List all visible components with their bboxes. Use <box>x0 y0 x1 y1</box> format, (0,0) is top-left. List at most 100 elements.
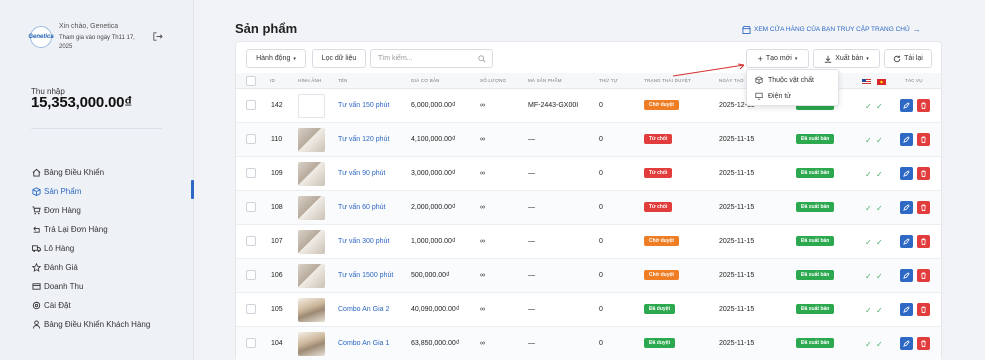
select-all-checkbox[interactable] <box>246 76 256 86</box>
row-quantity: ∞ <box>480 238 485 245</box>
search-input[interactable]: Tìm kiếm... <box>370 49 493 68</box>
approval-badge: Từ chối <box>644 134 673 144</box>
row-checkbox[interactable] <box>246 236 256 246</box>
delete-button[interactable] <box>917 99 930 112</box>
view-store-link[interactable]: XEM CỬA HÀNG CỦA BẠN TRUY CẬP TRANG CHỦ … <box>742 25 921 34</box>
header-image: HÌNH ẢNH <box>298 78 322 83</box>
row-id: 110 <box>271 136 283 143</box>
user-icon <box>31 320 41 330</box>
delete-button[interactable] <box>917 337 930 350</box>
delete-button[interactable] <box>917 269 930 282</box>
sidebar-item-label: Bảng Điều Khiển <box>44 168 105 177</box>
delete-button[interactable] <box>917 235 930 248</box>
row-checkbox[interactable] <box>246 270 256 280</box>
delete-button[interactable] <box>917 167 930 180</box>
row-order: 0 <box>599 170 603 177</box>
edit-button[interactable] <box>900 337 913 350</box>
product-name-link[interactable]: Combo An Gia 2 <box>338 306 389 313</box>
header-name[interactable]: TÊN <box>338 78 348 83</box>
reload-label: Tải lại <box>904 55 923 62</box>
row-id: 108 <box>271 204 283 211</box>
row-checkbox[interactable] <box>246 202 256 212</box>
edit-button[interactable] <box>900 99 913 112</box>
header-order[interactable]: THỨ TỰ <box>599 78 618 83</box>
table-row: 107 Tư vấn 300 phút 1,000,000.00₫ ∞ — 0 … <box>236 225 941 259</box>
check-icon: ✓ <box>876 306 883 315</box>
sidebar-item-reviews[interactable]: Đánh Giá <box>31 258 150 277</box>
product-name-link[interactable]: Tư vấn 60 phút <box>338 204 386 211</box>
edit-button[interactable] <box>900 201 913 214</box>
product-name-link[interactable]: Combo An Gia 1 <box>338 340 389 347</box>
sidebar-item-revenue[interactable]: Doanh Thu <box>31 277 150 296</box>
row-order: 0 <box>599 340 603 347</box>
sidebar-item-shipments[interactable]: Lô Hàng <box>31 239 150 258</box>
row-price: 6,000,000.00₫ <box>411 102 456 109</box>
create-new-dropdown-menu: Thuộc vật chất Điện tử <box>746 69 839 106</box>
sidebar-item-customer-dashboard[interactable]: Bảng Điều Khiển Khách Hàng <box>31 315 150 334</box>
row-price: 40,090,000.00₫ <box>411 306 460 313</box>
menu-item-label: Điện tử <box>768 92 791 100</box>
sidebar-item-dashboard[interactable]: Bảng Điều Khiển <box>31 163 150 182</box>
trash-icon <box>921 204 926 211</box>
status-badge: Đã xuất bản <box>796 236 835 246</box>
header-price[interactable]: GIÁ CƠ BẢN <box>411 78 440 83</box>
sidebar-item-label: Đánh Giá <box>44 263 78 272</box>
product-name-link[interactable]: Tư vấn 150 phút <box>338 102 389 109</box>
status-badge: Đã xuất bản <box>796 304 835 314</box>
table-row: 109 Tư vấn 90 phút 3,000,000.00₫ ∞ — 0 T… <box>236 157 941 191</box>
page-title: Sản phẩm <box>235 21 298 36</box>
menu-item-physical[interactable]: Thuộc vật chất <box>755 76 814 84</box>
sidebar-item-label: Lô Hàng <box>44 244 75 253</box>
delete-button[interactable] <box>917 303 930 316</box>
sidebar-item-returns[interactable]: Trả Lại Đơn Hàng <box>31 220 150 239</box>
sidebar-item-label: Cài Đặt <box>44 301 71 310</box>
sidebar-item-orders[interactable]: Đơn Hàng <box>31 201 150 220</box>
edit-button[interactable] <box>900 167 913 180</box>
row-checkbox[interactable] <box>246 168 256 178</box>
delete-button[interactable] <box>917 201 930 214</box>
row-checkbox[interactable] <box>246 100 256 110</box>
header-id[interactable]: ID <box>270 78 275 83</box>
edit-button[interactable] <box>900 235 913 248</box>
reload-button[interactable]: Tải lại <box>884 49 932 68</box>
row-order: 0 <box>599 306 603 313</box>
table-row: 106 Tư vấn 1500 phút 500,000.00₫ ∞ — 0 C… <box>236 259 941 293</box>
product-thumbnail[interactable] <box>298 162 325 186</box>
check-icon: ✓ <box>876 102 883 111</box>
logout-icon[interactable] <box>152 31 163 42</box>
row-order: 0 <box>599 204 603 211</box>
product-thumbnail[interactable] <box>298 298 325 322</box>
product-name-link[interactable]: Tư vấn 300 phút <box>338 238 389 245</box>
product-thumbnail[interactable] <box>298 230 325 254</box>
menu-item-label: Thuộc vật chất <box>768 76 814 84</box>
product-name-link[interactable]: Tư vấn 120 phút <box>338 136 389 143</box>
header-quantity[interactable]: SỐ LƯỢNG <box>480 78 506 83</box>
sidebar-item-label: Đơn Hàng <box>44 206 81 215</box>
trash-icon <box>921 170 926 177</box>
row-date: 2025-11-15 <box>719 238 755 245</box>
product-thumbnail[interactable] <box>298 94 325 118</box>
create-new-button[interactable]: + Tạo mới ▾ <box>746 49 809 68</box>
delete-button[interactable] <box>917 133 930 146</box>
edit-button[interactable] <box>900 133 913 146</box>
product-thumbnail[interactable] <box>298 196 325 220</box>
filter-button[interactable]: Lọc dữ liệu <box>312 49 366 68</box>
row-sku: — <box>528 170 535 177</box>
product-name-link[interactable]: Tư vấn 90 phút <box>338 170 386 177</box>
sidebar-item-settings[interactable]: Cài Đặt <box>31 296 150 315</box>
sidebar-item-products[interactable]: Sản Phẩm <box>31 182 150 201</box>
product-thumbnail[interactable] <box>298 264 325 288</box>
actions-dropdown-button[interactable]: Hành động ▾ <box>246 49 306 68</box>
edit-button[interactable] <box>900 303 913 316</box>
edit-button[interactable] <box>900 269 913 282</box>
menu-item-digital[interactable]: Điện tử <box>755 92 791 100</box>
export-button[interactable]: Xuất bản ▾ <box>813 49 880 68</box>
row-checkbox[interactable] <box>246 134 256 144</box>
row-checkbox[interactable] <box>246 338 256 348</box>
user-info: Genetica Xin chào, Genetica Tham gia vào… <box>28 22 147 52</box>
row-checkbox[interactable] <box>246 304 256 314</box>
product-thumbnail[interactable] <box>298 128 325 152</box>
header-sku[interactable]: MÃ SẢN PHẨM <box>528 78 562 83</box>
product-thumbnail[interactable] <box>298 332 325 356</box>
product-name-link[interactable]: Tư vấn 1500 phút <box>338 272 393 279</box>
